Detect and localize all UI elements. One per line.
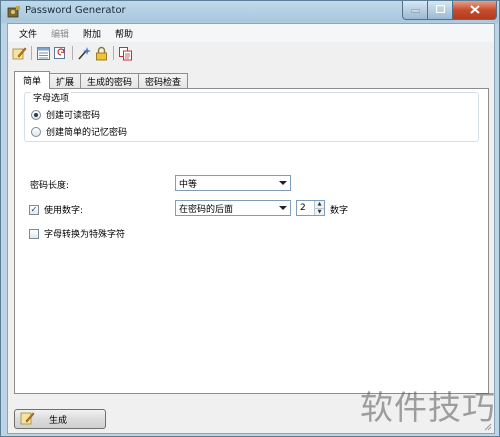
menu-bar: 文件 编辑 附加 帮助 — [8, 24, 494, 42]
app-window: Password Generator 文件 编辑 附加 帮助 简单 扩展 生成的… — [0, 0, 500, 437]
maximize-button[interactable] — [428, 1, 453, 20]
chevron-down-icon — [279, 181, 287, 185]
copy-icon[interactable] — [117, 45, 133, 61]
digits-position-select[interactable]: 在密码的后面 — [175, 200, 291, 216]
radio-label: 创建可读密码 — [46, 111, 101, 121]
minimize-button[interactable] — [402, 1, 428, 20]
use-digits-checkbox[interactable]: ✓ — [29, 204, 39, 215]
tab-extended[interactable]: 扩展 — [49, 73, 82, 89]
spin-up-icon[interactable]: ▲ — [315, 201, 324, 209]
radio-readable[interactable]: 创建可读密码 — [31, 108, 100, 121]
special-chars-checkbox[interactable] — [29, 228, 39, 239]
watermark: 软件技巧 — [360, 388, 496, 427]
menu-edit[interactable]: 编辑 — [44, 27, 76, 40]
minimize-icon — [410, 5, 420, 16]
length-select[interactable]: 中等 — [175, 175, 291, 191]
client-area: 文件 编辑 附加 帮助 简单 扩展 生成的密码 密码检查 字母选项 创建可读密码… — [7, 23, 495, 434]
menu-extras[interactable]: 附加 — [76, 27, 108, 40]
menu-file[interactable]: 文件 — [12, 27, 44, 40]
radio-memorable[interactable]: 创建简单的记忆密码 — [31, 125, 127, 138]
tab-strip: 简单 扩展 生成的密码 密码检查 — [14, 71, 189, 89]
generate-icon — [20, 411, 35, 428]
spin-down-icon[interactable]: ▼ — [315, 208, 324, 215]
app-key-icon — [7, 5, 21, 18]
digits-count-stepper[interactable]: 2 ▲ ▼ — [296, 200, 325, 216]
digits-unit-label: 数字 — [330, 206, 349, 216]
tab-simple[interactable]: 简单 — [14, 71, 51, 89]
menu-help[interactable]: 帮助 — [108, 27, 140, 40]
title-bar[interactable]: Password Generator — [1, 1, 499, 23]
use-digits-checkbox-row[interactable]: ✓ 使用数字: — [29, 203, 83, 216]
close-button[interactable] — [453, 1, 497, 20]
radio-label: 创建简单的记忆密码 — [46, 128, 128, 138]
tab-panel-simple: 字母选项 创建可读密码 创建简单的记忆密码 密码长度: 中等 ✓ 使用数字: 在… — [14, 88, 489, 394]
toolbar-separator — [31, 46, 32, 60]
maximize-icon — [435, 4, 445, 16]
length-value: 中等 — [179, 179, 198, 190]
tab-generated-passwords[interactable]: 生成的密码 — [80, 73, 140, 89]
refresh-icon[interactable] — [52, 45, 68, 61]
generate-label: 生成 — [49, 415, 68, 426]
length-label: 密码长度: — [30, 181, 70, 191]
generate-button[interactable]: 生成 — [14, 409, 106, 429]
pencil-icon[interactable] — [11, 45, 27, 61]
list-icon[interactable] — [35, 45, 51, 61]
use-digits-label: 使用数字: — [44, 206, 84, 216]
chevron-down-icon — [279, 206, 287, 210]
radio-button-selected[interactable] — [31, 109, 41, 120]
close-icon — [469, 4, 480, 17]
wizard-icon[interactable] — [76, 45, 92, 61]
toolbar — [8, 43, 494, 63]
toolbar-separator — [72, 46, 73, 60]
radio-button[interactable] — [31, 126, 41, 137]
digits-position-value: 在密码的后面 — [179, 204, 234, 215]
tab-password-check[interactable]: 密码检查 — [138, 73, 189, 89]
special-chars-checkbox-row[interactable]: 字母转换为特殊字符 — [29, 227, 125, 240]
toolbar-separator — [113, 46, 114, 60]
char-options-group: 字母选项 创建可读密码 创建简单的记忆密码 — [24, 91, 479, 142]
special-chars-label: 字母转换为特殊字符 — [44, 230, 126, 240]
window-title: Password Generator — [25, 5, 126, 16]
group-title: 字母选项 — [31, 91, 72, 104]
digits-count-value: 2 — [300, 203, 306, 213]
lock-icon[interactable] — [93, 45, 109, 61]
